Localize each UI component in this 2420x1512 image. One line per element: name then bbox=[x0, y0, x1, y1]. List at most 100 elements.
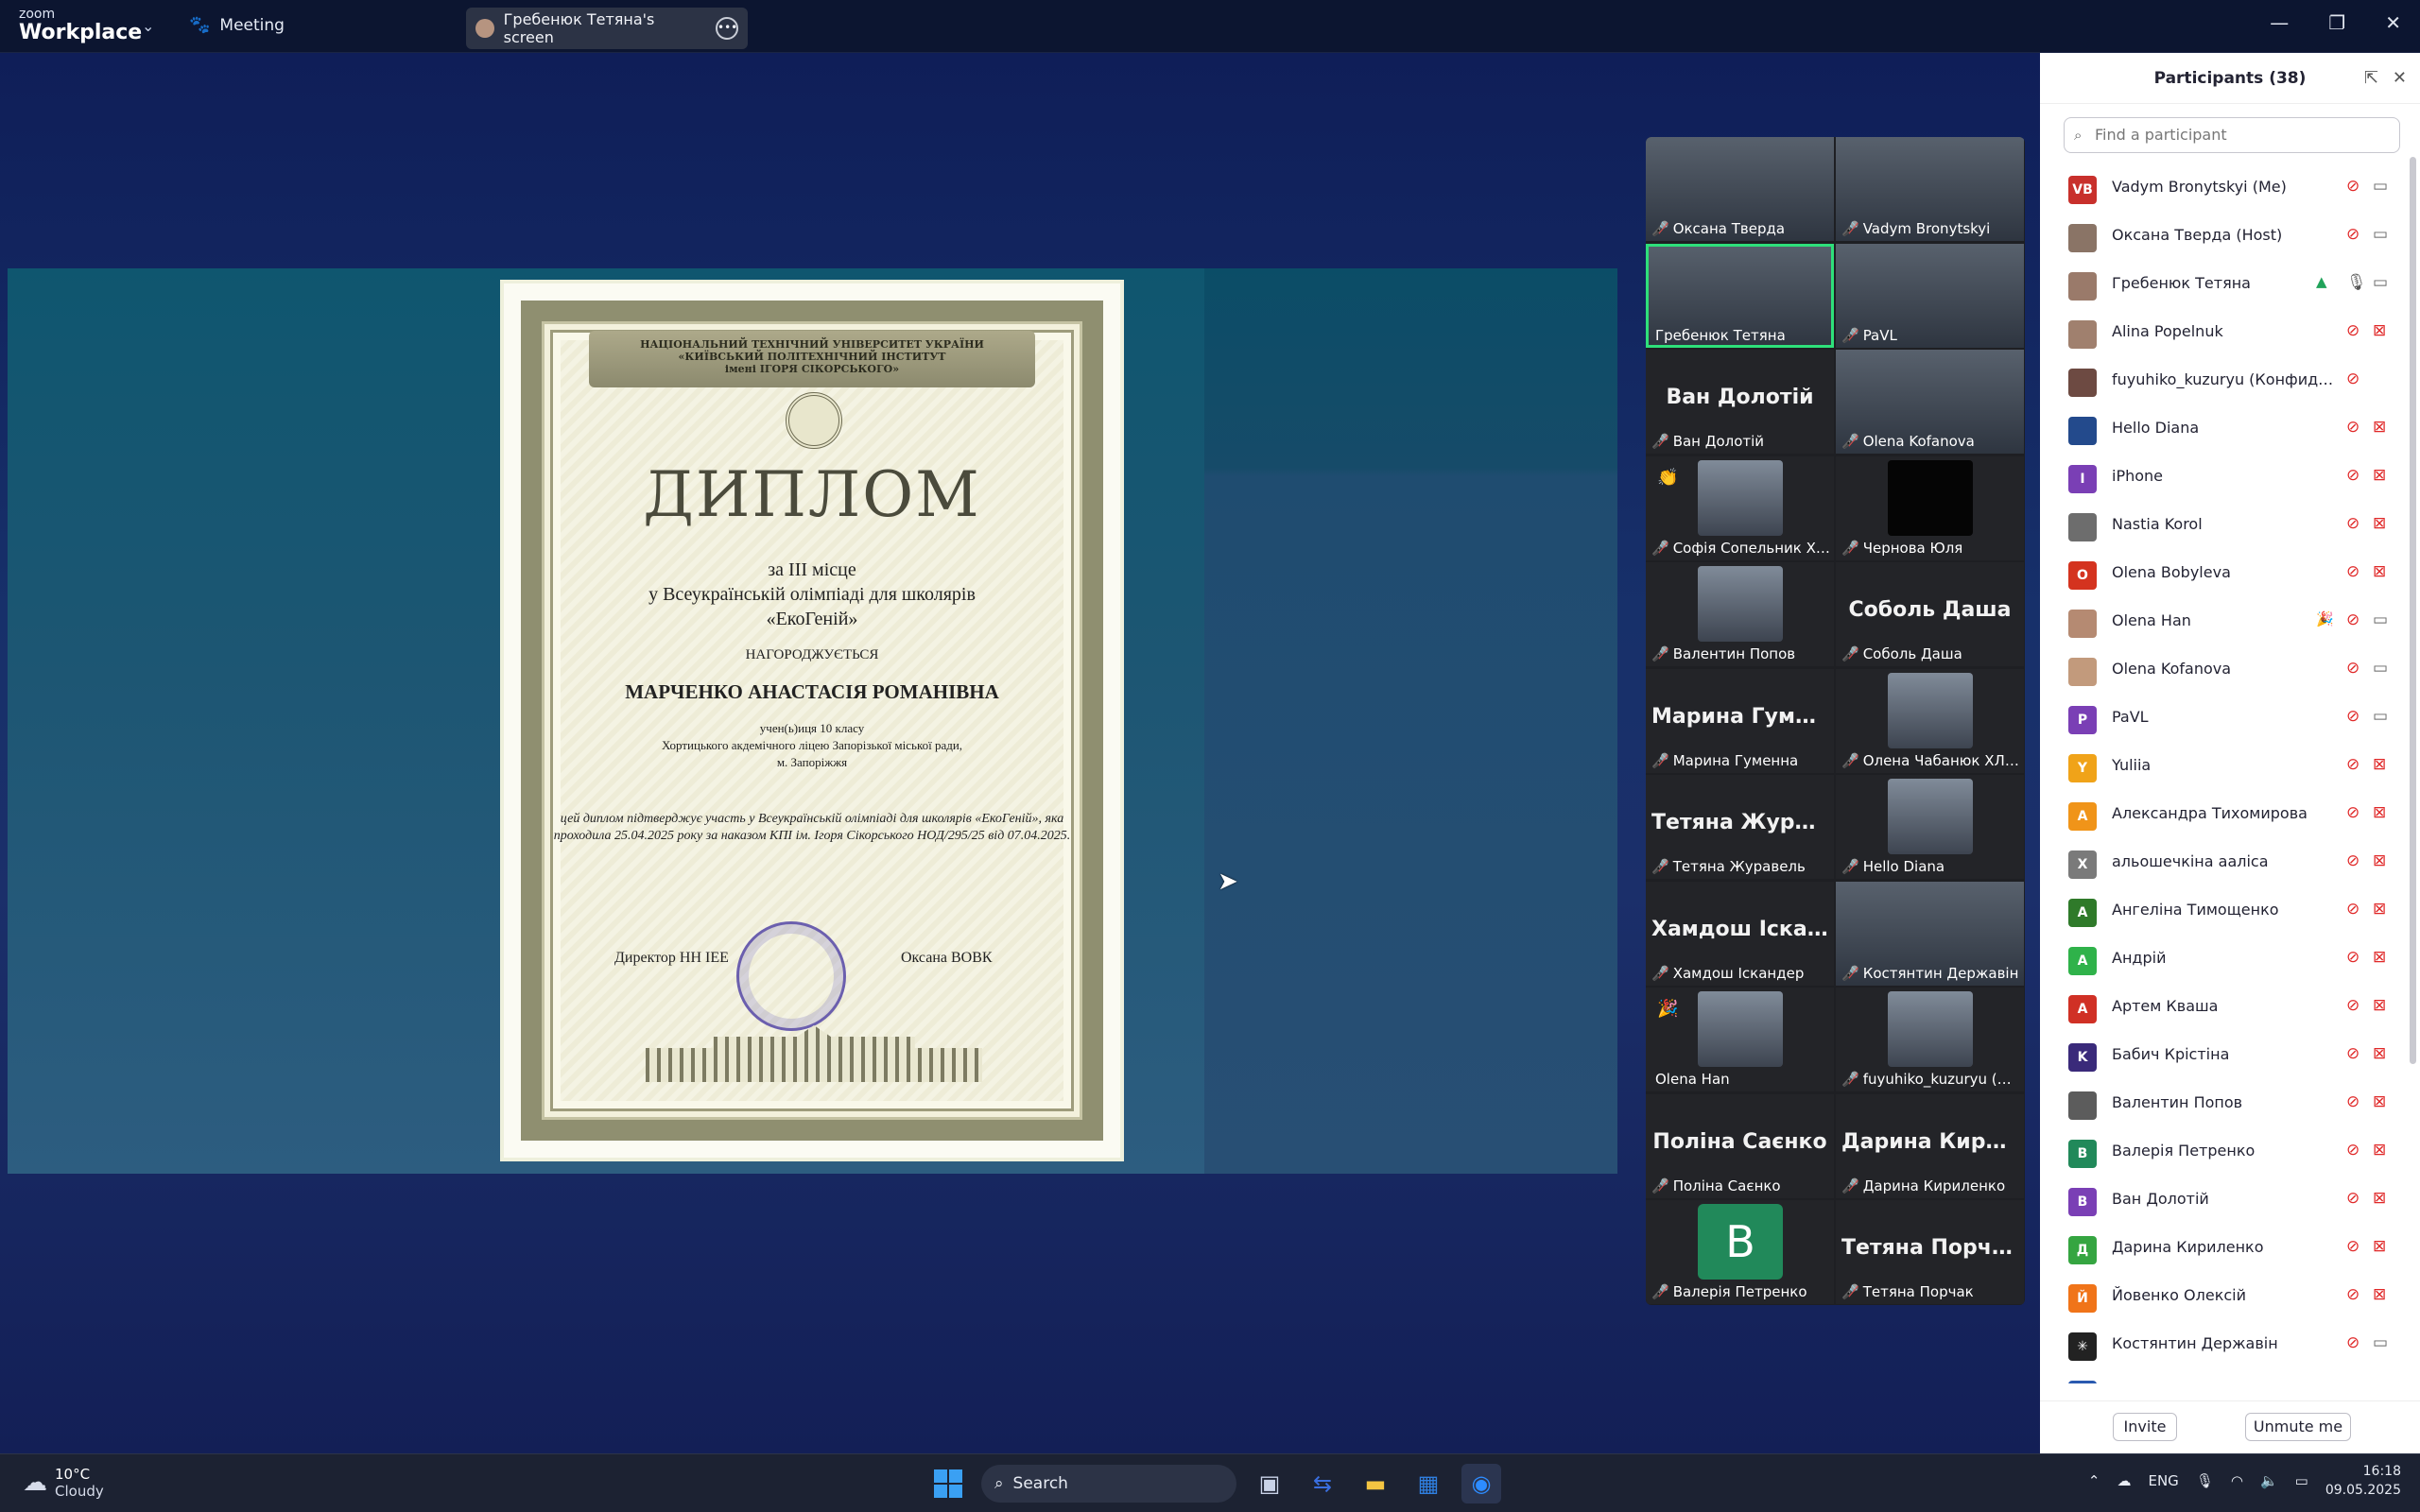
video-off-icon[interactable]: ⊠ bbox=[2373, 321, 2386, 340]
muted-mic-icon[interactable]: ⊘ bbox=[2346, 996, 2360, 1015]
participant-row[interactable]: А Андрій ⊘ ⊠ bbox=[2040, 936, 2411, 984]
clock[interactable]: 16:18 09.05.2025 bbox=[2325, 1462, 2401, 1500]
battery-icon[interactable]: ▭ bbox=[2295, 1472, 2308, 1489]
video-tile[interactable]: 🎤̸ Чернова Юля bbox=[1836, 455, 2024, 560]
muted-mic-icon[interactable]: ⊘ bbox=[2346, 321, 2360, 340]
video-off-icon[interactable]: ⊠ bbox=[2373, 755, 2386, 774]
video-tile[interactable]: 🎤̸ Hello Diana bbox=[1836, 775, 2024, 879]
video-camera-icon[interactable]: ▭ bbox=[2373, 659, 2388, 678]
participant-row[interactable]: Olena Kofanova ⊘ ▭ bbox=[2040, 646, 2411, 695]
video-tile[interactable]: Тетяна Порчак 🎤̸ Тетяна Порчак bbox=[1836, 1200, 2024, 1304]
participant-row[interactable]: B Валерія Петренко ⊘ ⊠ bbox=[2040, 1128, 2411, 1177]
video-off-icon[interactable]: ⊠ bbox=[2373, 1044, 2386, 1063]
participant-row[interactable]: Й Йовенко Олексій ⊘ ⊠ bbox=[2040, 1273, 2411, 1321]
participant-row[interactable]: Hello Diana ⊘ ⊠ bbox=[2040, 405, 2411, 454]
microphone-icon[interactable]: 🎙 bbox=[2196, 1472, 2214, 1489]
pop-out-icon[interactable]: ⇱ bbox=[2364, 53, 2378, 104]
participant-row[interactable]: А Артем Кваша ⊘ ⊠ bbox=[2040, 984, 2411, 1032]
video-tile[interactable]: 🎤̸ Олена Чабанюк ХЛ ... bbox=[1836, 668, 2024, 773]
video-tile[interactable]: Марина Гуменна 🎤̸ Марина Гуменна bbox=[1646, 668, 1834, 773]
muted-mic-icon[interactable]: ⊘ bbox=[2346, 562, 2360, 581]
participant-row[interactable]: ММарина Гуменна⊘⊠ bbox=[2040, 1369, 2411, 1383]
teamviewer-icon[interactable]: ⇆ bbox=[1303, 1464, 1342, 1503]
participant-row[interactable]: Оксана Тверда (Host) ⊘ ▭ bbox=[2040, 213, 2411, 261]
muted-mic-icon[interactable]: ⊘ bbox=[2346, 466, 2360, 485]
participant-row[interactable]: Nastia Korol ⊘ ⊠ bbox=[2040, 502, 2411, 550]
video-off-icon[interactable]: ⊠ bbox=[2373, 900, 2386, 919]
video-off-icon[interactable]: ⊠ bbox=[2373, 418, 2386, 437]
muted-mic-icon[interactable]: ⊘ bbox=[2346, 851, 2360, 870]
participant-row[interactable]: В Ван Долотій ⊘ ⊠ bbox=[2040, 1177, 2411, 1225]
muted-mic-icon[interactable]: ⊘ bbox=[2346, 900, 2360, 919]
video-camera-icon[interactable]: ▭ bbox=[2373, 707, 2388, 726]
muted-mic-icon[interactable]: ⊘ bbox=[2346, 1382, 2360, 1383]
restore-icon[interactable]: ❐ bbox=[2328, 11, 2345, 34]
muted-mic-icon[interactable]: ⊘ bbox=[2346, 610, 2360, 629]
scrollbar[interactable] bbox=[2410, 157, 2416, 1064]
video-off-icon[interactable]: ⊠ bbox=[2373, 562, 2386, 581]
close-panel-icon[interactable]: ✕ bbox=[2393, 53, 2407, 104]
video-tile[interactable]: 🎤̸ Vadym Bronytskyi bbox=[1836, 137, 2024, 241]
video-tile[interactable]: Поліна Саєнко 🎤̸ Поліна Саєнко bbox=[1646, 1093, 1834, 1198]
volume-icon[interactable]: 🔈 bbox=[2260, 1472, 2278, 1489]
video-tile[interactable]: Ван Долотій 🎤̸ Ван Долотій bbox=[1646, 350, 1834, 454]
participant-row[interactable]: Валентин Попов ⊘ ⊠ bbox=[2040, 1080, 2411, 1128]
minimize-icon[interactable]: — bbox=[2270, 11, 2289, 34]
zoom-workplace-logo[interactable]: zoom Workplace bbox=[19, 8, 142, 43]
video-camera-icon[interactable]: ▭ bbox=[2373, 177, 2388, 196]
video-tile[interactable]: 🎤̸ Костянтин Державін bbox=[1836, 881, 2024, 986]
screen-share-tab[interactable]: Гребенюк Тетяна's screen ••• bbox=[466, 8, 748, 49]
participant-row[interactable]: K Бабич Крістіна ⊘ ⊠ bbox=[2040, 1032, 2411, 1080]
mic-icon[interactable]: 🎙 bbox=[2346, 273, 2367, 292]
video-off-icon[interactable]: ⊠ bbox=[2373, 1092, 2386, 1111]
video-tile[interactable]: Тетяна Журавель🎤̸Тетяна Журавель bbox=[1646, 775, 1834, 879]
meeting-tab[interactable]: 🐾 Meeting bbox=[189, 15, 285, 35]
muted-mic-icon[interactable]: ⊘ bbox=[2346, 1141, 2360, 1160]
unmute-me-button[interactable]: Unmute me bbox=[2245, 1413, 2351, 1441]
muted-mic-icon[interactable]: ⊘ bbox=[2346, 177, 2360, 196]
participant-row[interactable]: P PaVL ⊘ ▭ bbox=[2040, 695, 2411, 743]
participant-row[interactable]: Y Yuliia ⊘ ⊠ bbox=[2040, 743, 2411, 791]
muted-mic-icon[interactable]: ⊘ bbox=[2346, 418, 2360, 437]
weather-widget[interactable]: ☁ 10°C Cloudy bbox=[23, 1466, 104, 1500]
muted-mic-icon[interactable]: ⊘ bbox=[2346, 948, 2360, 967]
search-input[interactable]: ⌕ Find a participant bbox=[2064, 117, 2400, 153]
participant-row[interactable]: А Александра Тихомирова ⊘ ⊠ bbox=[2040, 791, 2411, 839]
muted-mic-icon[interactable]: ⊘ bbox=[2346, 514, 2360, 533]
video-tile[interactable]: 🎤̸ Валентин Попов bbox=[1646, 562, 1834, 666]
video-tile[interactable]: Дарина Кирил... 🎤̸ Дарина Кириленко bbox=[1836, 1093, 2024, 1198]
store-icon[interactable]: ▦ bbox=[1409, 1464, 1448, 1503]
participant-row[interactable]: Alina Popelnuk ⊘ ⊠ bbox=[2040, 309, 2411, 357]
video-off-icon[interactable]: ⊠ bbox=[2373, 514, 2386, 533]
video-off-icon[interactable]: ⊠ bbox=[2373, 996, 2386, 1015]
file-explorer-icon[interactable]: ▬ bbox=[1356, 1464, 1395, 1503]
muted-mic-icon[interactable]: ⊘ bbox=[2346, 1333, 2360, 1352]
participant-row[interactable]: fuyuhiko_kuzuryu (Конфиденциаль... ⊘ bbox=[2040, 357, 2411, 405]
participant-row[interactable]: Olena Han 🎉 ⊘ ▭ bbox=[2040, 598, 2411, 646]
muted-mic-icon[interactable]: ⊘ bbox=[2346, 803, 2360, 822]
video-tile[interactable]: Соболь Даша 🎤̸ Соболь Даша bbox=[1836, 562, 2024, 666]
video-camera-icon[interactable]: ▭ bbox=[2373, 1333, 2388, 1352]
video-off-icon[interactable]: ⊠ bbox=[2373, 466, 2386, 485]
zoom-app-icon[interactable]: ◉ bbox=[1461, 1464, 1501, 1503]
muted-mic-icon[interactable]: ⊘ bbox=[2346, 369, 2360, 388]
video-camera-icon[interactable]: ▭ bbox=[2373, 610, 2388, 629]
video-tile[interactable]: 🎤̸ Olena Kofanova bbox=[1836, 350, 2024, 454]
muted-mic-icon[interactable]: ⊘ bbox=[2346, 1237, 2360, 1256]
video-off-icon[interactable]: ⊠ bbox=[2373, 803, 2386, 822]
muted-mic-icon[interactable]: ⊘ bbox=[2346, 659, 2360, 678]
video-off-icon[interactable]: ⊠ bbox=[2373, 1285, 2386, 1304]
participant-row[interactable]: Д Дарина Кириленко ⊘ ⊠ bbox=[2040, 1225, 2411, 1273]
video-off-icon[interactable]: ⊠ bbox=[2373, 851, 2386, 870]
muted-mic-icon[interactable]: ⊘ bbox=[2346, 1044, 2360, 1063]
video-tile[interactable]: 👏 🎤̸ Софія Сопельник ХЛ ... bbox=[1646, 455, 1834, 560]
language-indicator[interactable]: ENG bbox=[2148, 1472, 2178, 1489]
participant-row[interactable]: Гребенюк Тетяна ▲ 🎙 ▭ bbox=[2040, 261, 2411, 309]
chevron-up-icon[interactable]: ⌃ bbox=[2088, 1472, 2100, 1489]
wifi-icon[interactable]: ◠ bbox=[2231, 1472, 2243, 1489]
video-camera-icon[interactable]: ▭ bbox=[2373, 273, 2388, 292]
participant-row[interactable]: Хальошечкіна ааліса ⊘ ⊠ bbox=[2040, 839, 2411, 887]
video-tile[interactable]: 🎤̸ fuyuhiko_kuzuryu (Ко... bbox=[1836, 988, 2024, 1091]
video-off-icon[interactable]: ⊠ bbox=[2373, 1141, 2386, 1160]
taskbar-search[interactable]: ⌕ Search bbox=[981, 1465, 1236, 1503]
